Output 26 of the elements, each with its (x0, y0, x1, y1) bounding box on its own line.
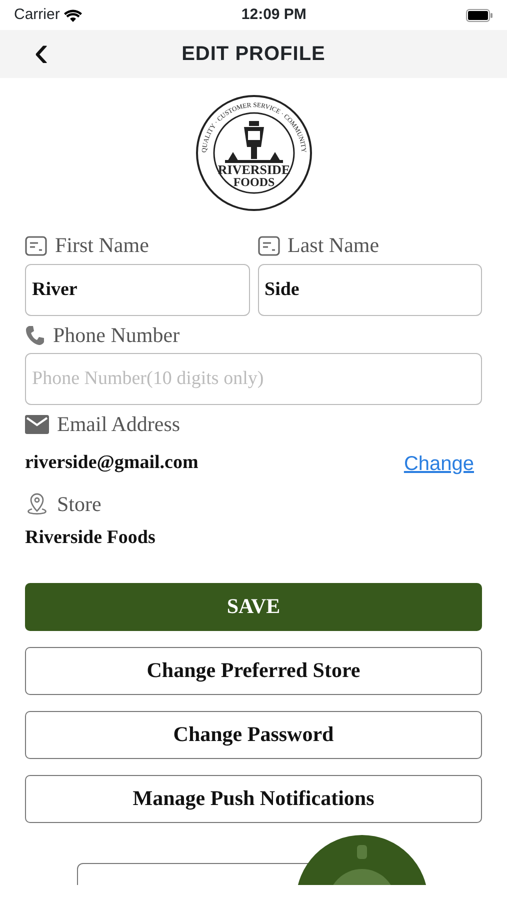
name-field[interactable]: River (25, 264, 250, 316)
location-pin-icon (25, 492, 49, 516)
action-button[interactable]: Change Preferred Store (25, 646, 482, 694)
field-label: First Name (55, 232, 149, 259)
change-link[interactable]: Change (404, 448, 474, 478)
email-text: riverside@gmail.com (25, 451, 198, 476)
battery-icon (466, 8, 493, 22)
envelope-icon (25, 415, 49, 434)
time-text: 12:09 PM (241, 4, 306, 25)
phone-field[interactable]: Phone Number(10 digits only) (25, 353, 482, 405)
save-button[interactable]: SAVE (25, 582, 482, 630)
field-label: Phone Number (53, 322, 180, 348)
store-name: Riverside Foods (25, 526, 156, 550)
back-button[interactable]: ‹ (28, 32, 55, 72)
wifi-icon (64, 8, 82, 22)
field-label: Last Name (288, 232, 380, 259)
field-label: Email Address (57, 411, 180, 438)
phone-icon (25, 324, 45, 346)
id-card-icon (258, 236, 280, 256)
id-card-icon (25, 236, 47, 256)
screen-title: EDIT PROFILE (182, 42, 326, 67)
action-button[interactable]: Manage Push Notifications (25, 774, 482, 822)
carrier-text: Carrier (14, 4, 60, 25)
action-button[interactable]: Change Password (25, 710, 482, 758)
name-field[interactable]: Side (258, 264, 482, 316)
field-label: Store (57, 490, 102, 518)
